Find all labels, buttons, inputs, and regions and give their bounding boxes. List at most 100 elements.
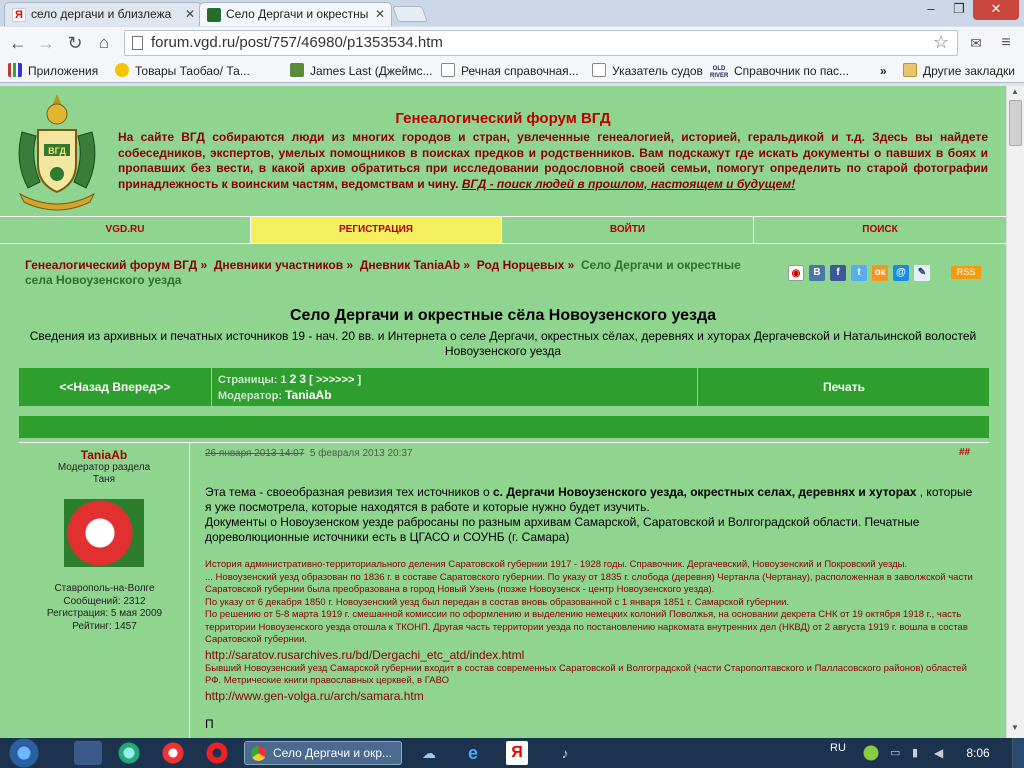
- yandex-browser-icon[interactable]: [162, 741, 184, 765]
- browser-toolbar: ← → ↻ ⌂ forum.vgd.ru/post/757/46980/p135…: [0, 27, 1024, 59]
- post-dates: 26 января 2013 14:07 5 февраля 2013 20:3…: [205, 448, 413, 459]
- share-bookmark-icon[interactable]: ◉: [788, 265, 804, 281]
- twitter-icon[interactable]: t: [851, 265, 867, 281]
- topic-navbar: <<Назад Вперед>> Страницы: 1 2 3 [ >>>>>…: [19, 368, 989, 406]
- mailru-icon[interactable]: @: [893, 265, 909, 281]
- scrollbar-thumb[interactable]: [1009, 100, 1022, 146]
- ie-icon[interactable]: e: [462, 741, 484, 765]
- tab-label: село дергачи и близлежа: [31, 7, 172, 21]
- print-link[interactable]: Печать: [699, 368, 989, 406]
- moderator-link[interactable]: TaniaAb: [285, 388, 331, 402]
- tray-icon[interactable]: ▭: [890, 741, 906, 765]
- volume-icon[interactable]: ◀: [934, 741, 950, 765]
- odnoklassniki-icon[interactable]: ок: [872, 265, 888, 281]
- forward-icon[interactable]: →: [34, 32, 58, 54]
- site-header: ВГД Генеалогический форум ВГД На сайте В…: [0, 86, 1006, 216]
- music-icon: [290, 63, 304, 77]
- tray-icon[interactable]: [862, 741, 880, 765]
- topic-subtitle: Сведения из архивных и печатных источник…: [29, 329, 977, 358]
- maximize-button[interactable]: ❐: [945, 0, 973, 20]
- crumb-family[interactable]: Род Норцевых: [477, 258, 565, 272]
- minimize-button[interactable]: –: [917, 0, 945, 20]
- vk-icon[interactable]: В: [809, 265, 825, 281]
- bookmark-ships[interactable]: Указатель судов: [592, 62, 703, 80]
- bookmark-other[interactable]: Другие закладки: [903, 62, 1015, 80]
- back-icon[interactable]: ←: [6, 32, 30, 54]
- page-link-2[interactable]: 2: [290, 372, 297, 386]
- menu-item-register[interactable]: РЕГИСТРАЦИЯ: [251, 217, 502, 243]
- pages-more-link[interactable]: [ >>>>>> ]: [309, 374, 361, 386]
- menu-item-vgd[interactable]: VGD.RU: [0, 217, 251, 243]
- close-window-button[interactable]: ✕: [973, 0, 1019, 20]
- rss-button[interactable]: RSS: [951, 266, 981, 279]
- bookmark-taobao[interactable]: Товары Таобао/ Та...: [115, 62, 250, 80]
- page-icon: [441, 63, 455, 77]
- mail-icon[interactable]: ✉: [964, 32, 988, 54]
- taskbar-active-window[interactable]: Село Дергачи и окр...: [244, 741, 402, 765]
- pencil-icon[interactable]: ✎: [914, 265, 930, 281]
- page-icon: [132, 36, 143, 50]
- post-anchor-link[interactable]: ##: [959, 447, 970, 458]
- language-indicator[interactable]: RU: [830, 741, 852, 765]
- bookmark-river[interactable]: Речная справочная...: [441, 62, 579, 80]
- svg-text:ВГД: ВГД: [48, 146, 66, 156]
- url-text: forum.vgd.ru/post/757/46980/p1353534.htm: [151, 34, 443, 51]
- yandex-icon[interactable]: Я: [506, 741, 528, 765]
- bookmarks-overflow[interactable]: »: [880, 62, 887, 80]
- archive-link-saratov[interactable]: http://saratov.rusarchives.ru/bd/Dergach…: [205, 647, 975, 663]
- show-desktop-button[interactable]: [1012, 738, 1024, 768]
- folder-icon: [903, 63, 917, 77]
- author-name[interactable]: TaniaAb: [19, 448, 189, 462]
- back-forward-link[interactable]: <<Назад Вперед>>: [19, 368, 212, 406]
- taskbar-app-icon[interactable]: [74, 741, 102, 765]
- post-paragraph: Эта тема - своеобразная ревизия тех исто…: [205, 485, 973, 544]
- scrollbar[interactable]: ▲ ▼: [1006, 86, 1024, 738]
- taskbar-app-icon[interactable]: [118, 741, 140, 765]
- facebook-icon[interactable]: f: [830, 265, 846, 281]
- speaker-icon[interactable]: ♪: [554, 741, 576, 765]
- taskbar-app-icon[interactable]: ☁: [418, 741, 440, 765]
- crumb-forum[interactable]: Генеалогический форум ВГД: [25, 258, 197, 272]
- clock[interactable]: 8:06: [958, 741, 998, 765]
- menu-item-login[interactable]: ВОЙТИ: [502, 217, 754, 243]
- avatar: [64, 499, 144, 567]
- network-icon[interactable]: ▮: [912, 741, 928, 765]
- bookmark-oldriver[interactable]: OLD RIVER Справочник по пас...: [710, 62, 849, 80]
- scroll-up-icon[interactable]: ▲: [1011, 87, 1019, 96]
- new-tab-button[interactable]: [392, 6, 428, 22]
- browser-frame: Я село дергачи и близлежа ✕ Село Дергачи…: [0, 0, 1024, 86]
- apps-grid-icon: [8, 63, 22, 77]
- post-quote: История административно-территориального…: [205, 559, 975, 730]
- opera-icon[interactable]: [206, 741, 228, 765]
- divider-bar: [19, 416, 989, 438]
- close-tab-icon[interactable]: ✕: [375, 3, 385, 25]
- page-link-1: 1: [280, 374, 287, 386]
- crumb-diaries[interactable]: Дневники участников: [214, 258, 343, 272]
- menu-item-search[interactable]: ПОИСК: [754, 217, 1006, 243]
- main-menu: VGD.RU РЕГИСТРАЦИЯ ВОЙТИ ПОИСК: [0, 216, 1006, 244]
- close-tab-icon[interactable]: ✕: [185, 3, 195, 25]
- reload-icon[interactable]: ↻: [63, 32, 87, 54]
- menu-icon[interactable]: ≡: [994, 32, 1018, 54]
- author-realname: Таня: [92, 474, 116, 485]
- breadcrumb: Генеалогический форум ВГД » Дневники уча…: [25, 258, 741, 287]
- bookmark-apps[interactable]: Приложения: [8, 62, 98, 80]
- page-icon: [592, 63, 606, 77]
- scroll-down-icon[interactable]: ▼: [1011, 723, 1019, 732]
- pages-panel: Страницы: 1 2 3 [ >>>>>> ] Модератор: Ta…: [213, 368, 698, 406]
- star-icon[interactable]: ☆: [933, 32, 949, 53]
- chrome-icon: [251, 746, 266, 761]
- archive-link-genvolga[interactable]: http://www.gen-volga.ru/arch/samara.htm: [205, 688, 975, 704]
- address-bar[interactable]: forum.vgd.ru/post/757/46980/p1353534.htm…: [124, 30, 958, 56]
- page-link-3[interactable]: 3: [299, 372, 306, 386]
- vgd-icon: [207, 8, 221, 22]
- bookmark-james-last[interactable]: James Last (Джеймс...: [290, 62, 432, 80]
- browser-tab-active[interactable]: Село Дергачи и окрестны ✕: [199, 2, 392, 26]
- start-button[interactable]: [6, 738, 42, 768]
- forum-intro: На сайте ВГД собираются люди из многих г…: [118, 130, 988, 191]
- intro-link[interactable]: ВГД - поиск людей в прошлом, настоящем и…: [462, 177, 795, 191]
- page-content: ВГД Генеалогический форум ВГД На сайте В…: [0, 86, 1006, 738]
- home-icon[interactable]: ⌂: [92, 32, 116, 54]
- browser-tab-search[interactable]: Я село дергачи и близлежа ✕: [4, 2, 202, 26]
- crumb-diary[interactable]: Дневник TaniaAb: [360, 258, 460, 272]
